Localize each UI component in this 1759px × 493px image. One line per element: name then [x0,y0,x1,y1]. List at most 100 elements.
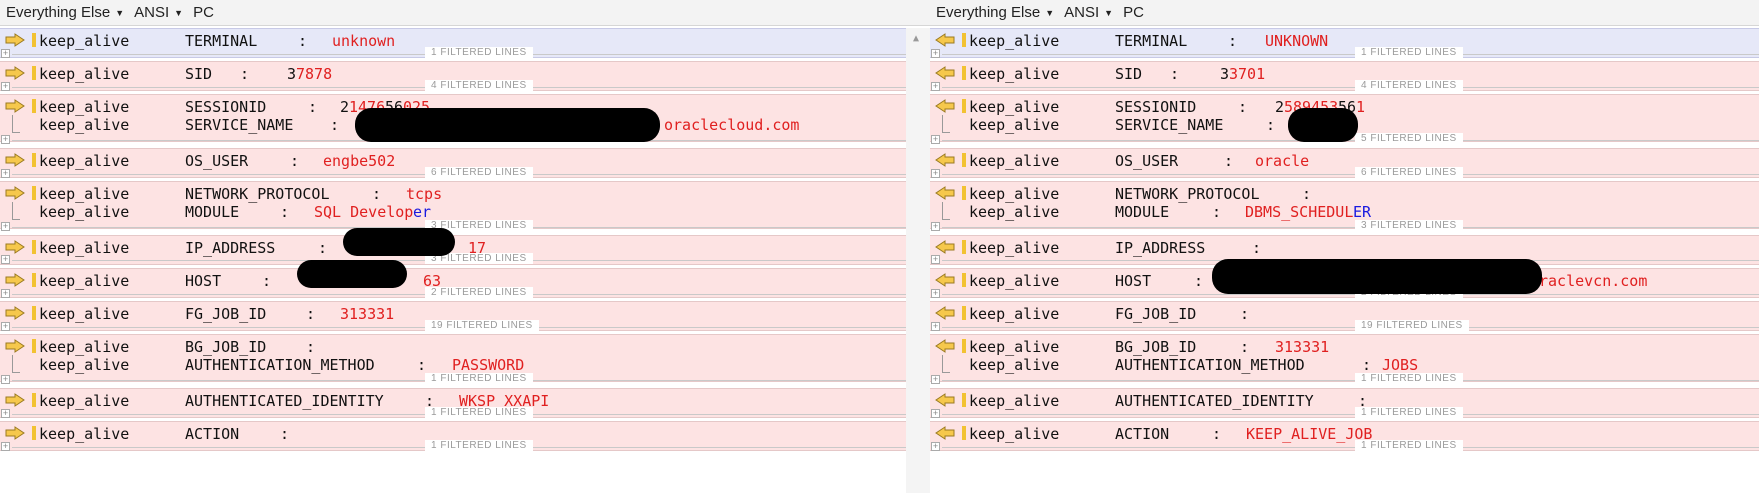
separator-line [942,447,1759,448]
filtered-lines-separator[interactable]: +4 FILTERED LINES [0,79,906,95]
filter-label: Everything Else [6,4,111,21]
plus-box-icon[interactable]: + [931,442,940,451]
separator-line [942,414,1759,415]
line-ending-label[interactable]: PC [1123,4,1144,21]
plus-box-icon[interactable]: + [931,409,940,418]
line-key: keep_alive [969,98,1060,116]
encoding-dropdown[interactable]: ANSI ▼ [1064,4,1113,21]
separator-line [942,294,1759,295]
field-name: BG_JOB_ID [185,338,267,356]
field-value: tcps [406,185,443,203]
filtered-lines-label: 3 FILTERED LINES [1355,220,1463,231]
plus-box-icon[interactable]: + [1,409,10,418]
separator-line [942,227,1759,228]
plus-box-icon[interactable]: + [931,49,940,58]
left-compare-pane: Everything Else ▼ ANSI ▼ PC ▲ keep_alive TE… [0,0,930,493]
filtered-lines-separator[interactable]: +4 FILTERED LINES [930,79,1759,95]
filter-dropdown[interactable]: Everything Else ▼ [6,4,124,21]
scroll-up-icon[interactable]: ▲ [913,33,919,44]
field-value: 2 [1275,98,1285,116]
line-ending-label[interactable]: PC [193,4,214,21]
redaction-mark [297,260,407,288]
plus-box-icon[interactable]: + [1,169,10,178]
filtered-lines-label: 1 FILTERED LINES [425,407,533,418]
filtered-lines-separator[interactable]: +1 FILTERED LINES [930,406,1759,422]
filtered-lines-label: 4 FILTERED LINES [1355,80,1463,91]
diff-line[interactable]: keep_alive BG_JOB_ID: [0,339,906,356]
filtered-lines-separator[interactable]: +3 FILTERED LINES [930,219,1759,235]
filtered-lines-label: 1 FILTERED LINES [1355,407,1463,418]
plus-box-icon[interactable]: + [931,255,940,264]
field-name: BG_JOB_ID [1115,338,1197,356]
filtered-lines-separator[interactable]: +19 FILTERED LINES [0,319,906,335]
filtered-lines-label: 6 FILTERED LINES [425,167,533,178]
plus-box-icon[interactable]: + [1,49,10,58]
plus-box-icon[interactable]: + [1,375,10,384]
plus-box-icon[interactable]: + [931,82,940,91]
filtered-lines-label: 1 FILTERED LINES [1355,373,1463,384]
diff-line[interactable]: keep_alive NETWORK_PROTOCOL: [930,186,1759,203]
field-colon: : [1238,98,1248,116]
diff-line[interactable]: keep_alive BG_JOB_ID: 313331 [930,339,1759,356]
plus-box-icon[interactable]: + [1,442,10,451]
field-colon: : [1302,185,1312,203]
right-toolbar: Everything Else ▼ ANSI ▼ PC [930,0,1759,26]
field-colon: : [306,338,316,356]
chevron-down-icon: ▼ [1104,7,1114,18]
redaction-mark [1212,259,1542,294]
encoding-dropdown[interactable]: ANSI ▼ [134,4,183,21]
filter-dropdown[interactable]: Everything Else ▼ [936,4,1054,21]
field-name: SESSIONID [1115,98,1197,116]
plus-box-icon[interactable]: + [1,255,10,264]
plus-box-icon[interactable]: + [931,169,940,178]
plus-box-icon[interactable]: + [1,82,10,91]
diff-line[interactable]: keep_alive NETWORK_PROTOCOL: tcps [0,186,906,203]
plus-box-icon[interactable]: + [1,222,10,231]
field-name: SESSIONID [185,98,267,116]
field-value: 313331 [1275,338,1330,356]
line-ending-text: PC [1123,4,1144,21]
filtered-lines-separator[interactable]: +2 FILTERED LINES [0,286,906,302]
filtered-lines-separator[interactable]: +6 FILTERED LINES [930,166,1759,182]
plus-box-icon[interactable]: + [1,322,10,331]
plus-box-icon[interactable]: + [931,222,940,231]
filter-label: Everything Else [936,4,1041,21]
chevron-down-icon: ▼ [115,7,125,18]
filtered-lines-separator[interactable]: +19 FILTERED LINES [930,319,1759,335]
filtered-lines-label: 6 FILTERED LINES [1355,167,1463,178]
filtered-lines-label: 1 FILTERED LINES [1355,47,1463,58]
filtered-lines-label: 1 FILTERED LINES [425,373,533,384]
filtered-lines-separator[interactable]: +1 FILTERED LINES [0,372,906,388]
filtered-lines-label: 5 FILTERED LINES [1355,133,1463,144]
left-toolbar: Everything Else ▼ ANSI ▼ PC [0,0,930,26]
plus-box-icon[interactable]: + [1,135,10,144]
vertical-scrollbar[interactable]: ▲ [906,28,930,493]
separator-line [942,174,1759,175]
redaction-mark [343,228,455,256]
line-key: keep_alive [969,338,1060,356]
field-value: 2 [340,98,350,116]
separator-line [942,140,1759,141]
redaction-mark [1288,108,1358,142]
plus-box-icon[interactable]: + [1,289,10,298]
filtered-lines-separator[interactable]: +6 FILTERED LINES [0,166,906,182]
field-name: NETWORK_PROTOCOL [1115,185,1260,203]
plus-box-icon[interactable]: + [931,135,940,144]
filtered-lines-separator[interactable]: +1 FILTERED LINES [0,439,906,455]
filtered-lines-separator[interactable]: +1 FILTERED LINES [0,46,906,62]
filtered-lines-separator[interactable]: +1 FILTERED LINES [930,439,1759,455]
filtered-lines-separator[interactable]: +1 FILTERED LINES [930,372,1759,388]
filtered-lines-label: 19 FILTERED LINES [1355,320,1469,331]
filtered-lines-label: 1 FILTERED LINES [1355,440,1463,451]
right-compare-pane: Everything Else ▼ ANSI ▼ PC keep_alive TERM… [930,0,1759,493]
plus-box-icon[interactable]: + [931,289,940,298]
encoding-label: ANSI [134,4,170,21]
filtered-lines-separator[interactable]: +3 FILTERED LINES [0,219,906,235]
filtered-lines-separator[interactable]: +3 FILTERED LINES [0,252,906,268]
field-colon: : [1240,338,1250,356]
plus-box-icon[interactable]: + [931,375,940,384]
filtered-lines-separator[interactable]: +1 FILTERED LINES [0,406,906,422]
field-value: 1 [1356,98,1366,116]
plus-box-icon[interactable]: + [931,322,940,331]
filtered-lines-separator[interactable]: +1 FILTERED LINES [930,46,1759,62]
